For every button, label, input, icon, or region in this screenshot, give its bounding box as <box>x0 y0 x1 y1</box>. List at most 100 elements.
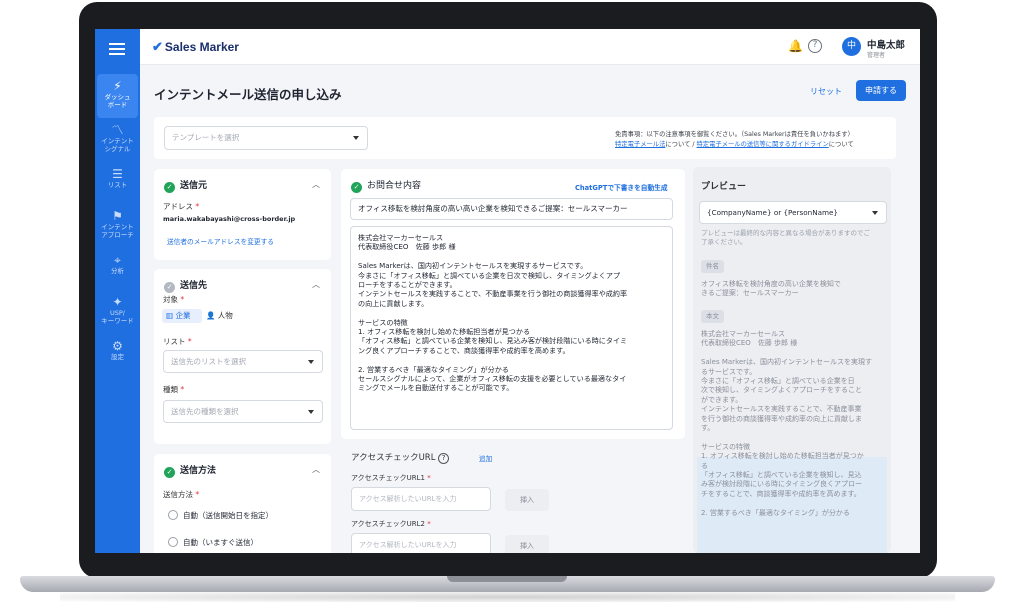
disclaimer-mid-text: について / <box>665 141 697 148</box>
preview-subject-line: オフィス移転を検討角度の高い企業を検知で <box>701 280 841 288</box>
preview-body-line: チをすることで、商談獲得率や成約率を高めます。 <box>701 489 861 498</box>
preview-note: プレビューは最終的な内容と異なる場合がありますのでご 了承ください。 <box>701 229 887 246</box>
sidebar-item-intent-signal[interactable]: 〽インテント シグナル <box>97 118 138 162</box>
sidebar-item-usp-keyword[interactable]: ✦ USP/ キーワード <box>97 290 138 334</box>
method-card: ✓ 送信方法 ︿ 送信方法 * 自動（送信開始日を指定） 自動（いますぐ送信） <box>154 454 331 553</box>
segment-company[interactable]: ▥ 企業 <box>162 309 202 323</box>
required-mark: * <box>427 474 431 482</box>
help-icon[interactable]: ? <box>438 453 450 464</box>
required-mark: * <box>187 337 192 346</box>
type-label: 種類 * <box>163 384 184 395</box>
preview-body-line: るサービスです。 <box>701 367 757 376</box>
sidebar-item-label: ダッシュ ボード <box>104 93 131 109</box>
preview-body-line: サービスの特徴 <box>701 442 750 451</box>
preview-body-line: 次で検知し、タイミングよくアプローチをすること <box>701 386 862 395</box>
sender-title[interactable]: ✓ 送信元 <box>164 178 207 193</box>
change-sender-link[interactable]: 送信者のメールアドレスを変更する <box>167 236 274 246</box>
disclaimer-links: 特定電子メール法について / 特定電子メールの送信等に関するガイドラインについて <box>615 139 854 148</box>
url2-input[interactable]: アクセス解析したいURLを入力 <box>351 533 491 553</box>
recipient-card: ✓ 送信先 ︿ 対象 * ▥ 企業 👤 人物 リスト * 送信先のリストを選択 種… <box>154 269 331 444</box>
logo-mark-icon: ✔ <box>152 39 163 54</box>
body-line: 代表取締役CEO 佐藤 歩郎 様 <box>358 242 456 252</box>
url2-insert-button[interactable]: 挿入 <box>505 535 549 553</box>
check-circle-icon: ✓ <box>164 467 175 478</box>
reset-link[interactable]: リセット <box>810 86 842 97</box>
body-textarea[interactable]: 株式会社マーカーセールス 代表取締役CEO 佐藤 歩郎 様 Sales Marker… <box>350 226 673 430</box>
sidebar-item-analytics[interactable]: ⌖ 分析 <box>97 248 138 292</box>
required-mark: * <box>180 385 185 394</box>
flag-icon: ⚑ <box>112 209 123 223</box>
logo[interactable]: ✔ Sales Marker <box>152 39 239 55</box>
chevron-up-icon[interactable]: ︿ <box>312 179 320 190</box>
guideline-link[interactable]: 特定電子メールの送信等に関するガイドライン <box>697 141 829 148</box>
page-title: インテントメール送信の申し込み <box>154 87 342 102</box>
radio-scheduled[interactable] <box>168 510 178 520</box>
chevron-down-icon <box>353 136 359 140</box>
preview-body-line <box>701 499 889 508</box>
segment-person[interactable]: 👤 人物 <box>206 309 233 323</box>
compose-title: ✓ お問合せ内容 <box>351 178 421 193</box>
target-label: 対象 * <box>163 294 184 305</box>
radio-immediate[interactable] <box>168 537 178 547</box>
sparkle-icon: ✦ <box>112 295 123 309</box>
method-label: 送信方法 * <box>163 489 199 500</box>
preview-body-line <box>701 349 889 358</box>
segment-person-label: 人物 <box>217 311 233 320</box>
url2-label-text: アクセスチェックURL2 <box>351 520 425 528</box>
body-line: ローチをすることができます。 <box>358 280 457 290</box>
subject-input[interactable]: オフィス移転を検討角度の高い高い企業を検知できるご提案：セールスマーカー <box>350 198 673 220</box>
body-line: 今まさに「オフィス移転」と調べている企業を日次で検知し、タイミングよくアプ <box>358 270 621 280</box>
preview-body-line: み客が検討段階にいる時にタイミング良くアプロー <box>701 480 862 489</box>
apply-button[interactable]: 申請する <box>856 80 906 101</box>
method-title-text: 送信方法 <box>180 466 217 476</box>
type-select[interactable]: 送信先の種類を選択 <box>163 400 323 423</box>
email-law-link[interactable]: 特定電子メール法 <box>615 141 665 148</box>
add-url-link[interactable]: 追加 <box>479 453 492 463</box>
bell-icon[interactable]: 🔔 <box>788 39 803 53</box>
chatgpt-draft-link[interactable]: ChatGPTで下書きを自動生成 <box>575 182 668 192</box>
url1-insert-button[interactable]: 挿入 <box>505 489 549 511</box>
user-name: 中島太郎 <box>867 40 906 51</box>
check-circle-icon: ✓ <box>351 182 362 193</box>
recipient-title[interactable]: ✓ 送信先 <box>164 278 207 293</box>
preview-body-line <box>701 433 889 442</box>
preview-recipient-select[interactable]: {CompanyName} or {PersonName} <box>699 201 887 224</box>
body-line: 株式会社マーカーセールス <box>358 233 444 242</box>
body-line: サービスの特徴 <box>358 317 408 327</box>
required-mark: * <box>427 520 431 528</box>
sidebar-item-settings[interactable]: ⚙ 設定 <box>97 334 138 378</box>
sidebar-item-dashboard[interactable]: ⚡ ダッシュ ボード <box>97 74 138 118</box>
preview-body-line: を行う御社の商談獲得率や成約率の向上に貢献しま <box>701 414 862 423</box>
preview-subject: オフィス移転を検討角度の高い企業を検知で きるご提案：セールスマーカー <box>701 280 889 299</box>
sidebar-item-intent-approach[interactable]: ⚑ インテント アプローチ <box>97 204 138 248</box>
sender-title-text: 送信元 <box>180 181 208 191</box>
preview-body-line: 2. 営業するべき「最適なタイミング」が分かる <box>701 508 850 517</box>
required-mark: * <box>195 202 200 211</box>
preview-note-line: 了承ください。 <box>701 237 747 246</box>
list-select[interactable]: 送信先のリストを選択 <box>163 350 323 373</box>
address-label: アドレス * <box>163 201 199 212</box>
body-line: ング良くアプローチすることで、商談獲得率や成約率を高めます。 <box>358 345 570 355</box>
sidebar-item-list[interactable]: ☰ リスト <box>97 162 138 206</box>
template-select[interactable]: テンプレートを選択 <box>164 126 368 150</box>
sidebar-item-label: USP/ キーワード <box>101 309 134 325</box>
method-title[interactable]: ✓ 送信方法 <box>164 463 216 478</box>
url1-input[interactable]: アクセス解析したいURLを入力 <box>351 487 491 511</box>
body-line: 1. オフィス移転を検討し始めた移転担当者が見つかる <box>358 327 531 337</box>
chevron-up-icon[interactable]: ︿ <box>312 464 320 475</box>
analytics-icon: ⌖ <box>114 253 121 267</box>
menu-icon[interactable] <box>109 43 125 55</box>
check-circle-icon: ✓ <box>164 282 175 293</box>
preview-body-line: 1. オフィス移転を検討し始めた移転担当者が見つか <box>701 452 864 461</box>
help-icon[interactable]: ? <box>808 39 822 53</box>
laptop-notch <box>447 576 567 582</box>
top-bar: ✔ Sales Marker 🔔 ? 中 中島太郎 管理者 <box>140 29 920 65</box>
preview-note-line: プレビューは最終的な内容と異なる場合がありますのでご <box>701 229 870 237</box>
radio-immediate-label: 自動（いますぐ送信） <box>183 538 258 547</box>
chevron-up-icon[interactable]: ︿ <box>312 279 320 290</box>
preview-body-line: る <box>701 461 708 470</box>
chevron-down-icon <box>308 359 314 364</box>
access-check-title-text: アクセスチェックURL <box>351 453 436 463</box>
preview-body-line: す。 <box>701 424 715 433</box>
avatar[interactable]: 中 <box>842 37 861 56</box>
